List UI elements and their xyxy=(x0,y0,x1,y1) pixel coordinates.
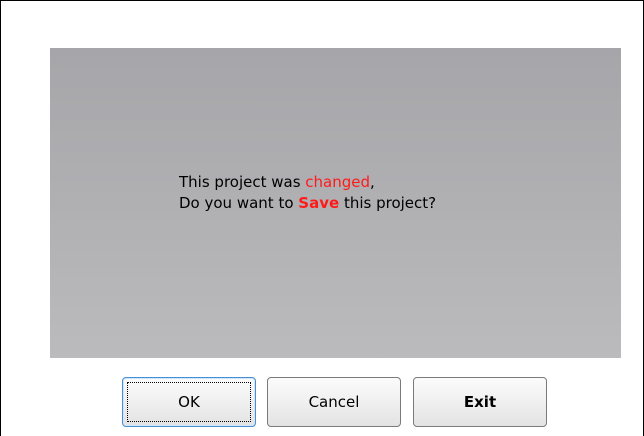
exit-button[interactable]: Exit xyxy=(413,377,547,427)
changed-highlight: changed xyxy=(305,173,371,191)
message-line-1-prefix: This project was xyxy=(179,173,306,191)
message-line-2: Do you want to Save this project? xyxy=(179,193,436,214)
ok-button[interactable]: OK xyxy=(122,377,256,427)
message-line-1: This project was changed, xyxy=(179,172,436,193)
button-row: OK Cancel Exit xyxy=(1,377,644,427)
ok-button-label: OK xyxy=(178,393,200,411)
cancel-button[interactable]: Cancel xyxy=(267,377,401,427)
message-panel: This project was changed, Do you want to… xyxy=(50,48,621,358)
save-highlight: Save xyxy=(298,194,340,212)
message-line-2-prefix: Do you want to xyxy=(179,194,299,212)
dialog-message: This project was changed, Do you want to… xyxy=(179,172,436,214)
message-line-1-suffix: , xyxy=(370,173,375,191)
save-confirmation-dialog: This project was changed, Do you want to… xyxy=(0,0,644,436)
cancel-button-label: Cancel xyxy=(308,393,360,411)
message-line-2-suffix: this project? xyxy=(339,194,437,212)
exit-button-label: Exit xyxy=(463,393,497,411)
